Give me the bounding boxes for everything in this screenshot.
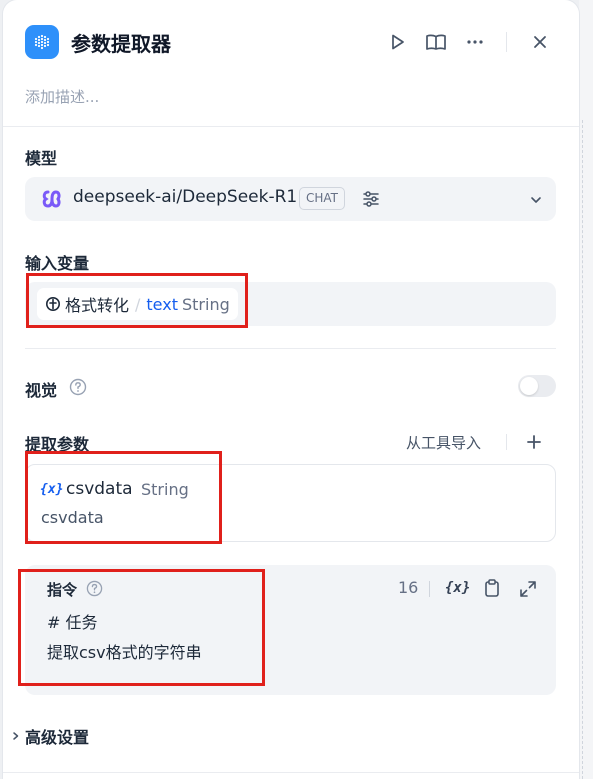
model-provider-icon bbox=[42, 190, 61, 208]
model-section-label: 模型 bbox=[25, 149, 58, 168]
parameter-extractor-node-icon bbox=[25, 25, 59, 59]
help-circle-icon[interactable] bbox=[69, 378, 87, 396]
vision-toggle[interactable] bbox=[518, 375, 556, 397]
book-open-icon bbox=[426, 34, 446, 50]
instruction-line: 提取csv格式的字符串 bbox=[47, 643, 202, 662]
close-button[interactable] bbox=[526, 28, 554, 56]
import-from-tool-link[interactable]: 从工具导入 bbox=[406, 432, 481, 453]
instruction-label: 指令 bbox=[47, 581, 78, 599]
advanced-settings-label: 高级设置 bbox=[25, 728, 90, 747]
parameter-type: String bbox=[141, 480, 189, 499]
model-mode-badge: CHAT bbox=[299, 187, 346, 210]
model-name: deepseek-ai/DeepSeek-R1 bbox=[73, 187, 298, 207]
vision-label: 视觉 bbox=[25, 381, 58, 400]
input-variable-chip[interactable]: 格式转化 / text String bbox=[37, 288, 238, 320]
header-divider bbox=[506, 32, 507, 52]
model-params-settings-icon[interactable] bbox=[361, 189, 381, 209]
more-horizontal-icon bbox=[467, 40, 483, 44]
path-separator: / bbox=[135, 294, 141, 314]
add-parameter-button[interactable] bbox=[525, 433, 543, 451]
panel-header: 参数提取器 bbox=[3, 0, 579, 80]
more-options-button[interactable] bbox=[461, 28, 489, 56]
variable-type: String bbox=[181, 294, 230, 314]
source-node-name: 格式转化 bbox=[65, 296, 130, 315]
divider bbox=[25, 348, 556, 349]
clipboard-icon[interactable] bbox=[483, 578, 501, 598]
chevron-down-icon bbox=[531, 197, 541, 203]
divider bbox=[3, 126, 579, 127]
advanced-settings-toggle[interactable]: 高级设置 bbox=[11, 724, 89, 748]
input-variable-selector[interactable]: 格式转化 / text String bbox=[25, 282, 556, 326]
play-icon bbox=[392, 34, 404, 50]
parameter-item[interactable]: {x} csvdata String csvdata bbox=[25, 464, 556, 542]
input-variables-label: 输入变量 bbox=[25, 254, 90, 273]
help-circle-icon[interactable] bbox=[86, 580, 103, 597]
parameter-name: csvdata bbox=[66, 479, 133, 499]
description-input[interactable]: 添加描述... bbox=[25, 86, 99, 107]
close-icon bbox=[534, 36, 546, 48]
character-count: 16 bbox=[398, 578, 419, 597]
instruction-line: # 任务 bbox=[47, 613, 98, 632]
chevron-right-icon bbox=[13, 732, 19, 740]
divider bbox=[3, 772, 579, 773]
node-type-icon bbox=[46, 297, 60, 311]
model-selector[interactable]: deepseek-ai/DeepSeek-R1 CHAT bbox=[25, 177, 556, 221]
variable-name: text bbox=[146, 294, 178, 314]
page-title[interactable]: 参数提取器 bbox=[71, 28, 171, 57]
divider bbox=[429, 581, 430, 597]
divider bbox=[506, 434, 507, 450]
extract-params-label: 提取参数 bbox=[25, 435, 90, 454]
node-settings-panel: 参数提取器 添加描述... 模型 deepseek-ai/DeepSeek-R1… bbox=[3, 0, 579, 779]
toggle-knob bbox=[520, 377, 538, 395]
parameter-description: csvdata bbox=[41, 508, 104, 527]
instruction-editor[interactable]: 指令 16 {x} # 任务 提取csv格式的字符串 bbox=[25, 565, 556, 695]
variable-icon: {x} bbox=[40, 482, 64, 497]
scrollbar-thumb[interactable] bbox=[582, 120, 588, 779]
help-docs-button[interactable] bbox=[422, 28, 450, 56]
insert-variable-button[interactable]: {x} bbox=[445, 580, 470, 596]
expand-icon[interactable] bbox=[519, 580, 537, 598]
run-button[interactable] bbox=[383, 28, 411, 56]
